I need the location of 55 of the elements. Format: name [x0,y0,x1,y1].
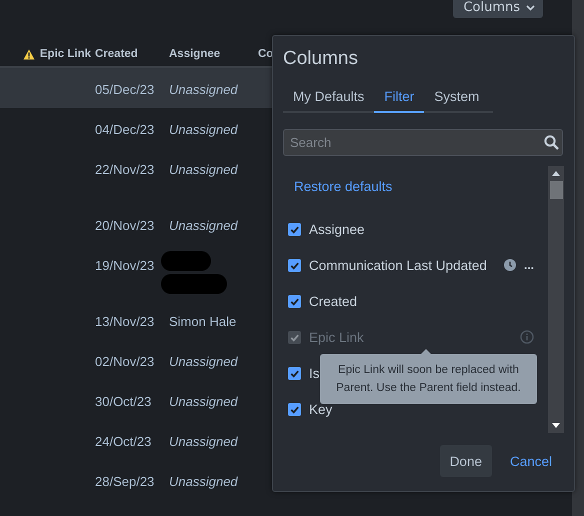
checkbox[interactable] [288,258,301,272]
column-header[interactable]: Epic Link [40,48,91,60]
column-option[interactable]: Assignee [309,222,365,236]
column-header[interactable]: Created [95,48,138,60]
restore-defaults-link[interactable]: Restore defaults [294,178,392,194]
table-cell: 04/Dec/23 [95,122,154,136]
clock-icon [504,259,516,271]
list-scrollbar[interactable] [548,166,564,433]
table-cell: Unassigned [169,162,238,177]
done-button[interactable]: Done [440,445,492,477]
checkbox[interactable] [288,402,301,416]
chevron-icon [526,4,535,10]
tab[interactable]: Filter [374,85,424,113]
table-cell: Unassigned [169,394,238,408]
table-row[interactable]: 05/Dec/23 Unassigned [0,68,272,108]
table-cell: 28/Sep/23 [95,474,154,488]
tooltip: Epic Link will soon be replaced with Parent. Use the Parent field instead. [320,354,537,404]
table-cell: Unassigned [169,122,238,136]
scrollbar-thumb[interactable] [550,181,562,199]
redaction-mark [161,274,227,294]
column-option[interactable]: Communication Last Updated [309,258,487,272]
table-cell: 05/Dec/23 [95,82,154,96]
more-text: ... [524,258,534,272]
table-cell: 20/Nov/23 [95,218,154,232]
table-cell: 22/Nov/23 [95,162,154,177]
search-icon [544,135,559,150]
table-cell: Simon Hale [169,314,236,328]
tab[interactable]: My Defaults [283,85,374,113]
checkbox[interactable] [288,222,301,236]
cancel-button[interactable]: Cancel [510,445,552,477]
table-cell: Unassigned [169,434,238,448]
table-cell: 19/Nov/23 [95,258,154,273]
column-option[interactable]: Created [309,294,358,308]
column-option: Epic Link [309,330,364,344]
columns-button[interactable]: Columns [453,0,543,18]
column-header[interactable]: Assignee [169,48,220,60]
table-cell: Unassigned [169,474,238,488]
checkbox[interactable] [288,366,301,380]
table-cell: Unassigned [169,218,238,232]
column-option[interactable]: Key [309,402,332,416]
dialog-title: Columns [283,48,359,71]
scroll-up-icon[interactable] [552,171,560,176]
search-field[interactable]: Search [283,129,563,156]
tooltip-pointer [421,349,431,354]
info-icon [520,330,534,344]
tab[interactable]: System [424,85,490,113]
table-cell: 02/Nov/23 [95,354,154,368]
checkbox[interactable] [288,294,301,308]
column-option[interactable]: Is [309,366,320,380]
table-cell: 24/Oct/23 [95,434,152,448]
table-cell: 30/Oct/23 [95,394,152,408]
table-cell: Unassigned [169,82,238,96]
table-cell: 13/Nov/23 [95,314,154,328]
scroll-down-icon[interactable] [552,423,560,428]
table-cell: Unassigned [169,354,238,368]
